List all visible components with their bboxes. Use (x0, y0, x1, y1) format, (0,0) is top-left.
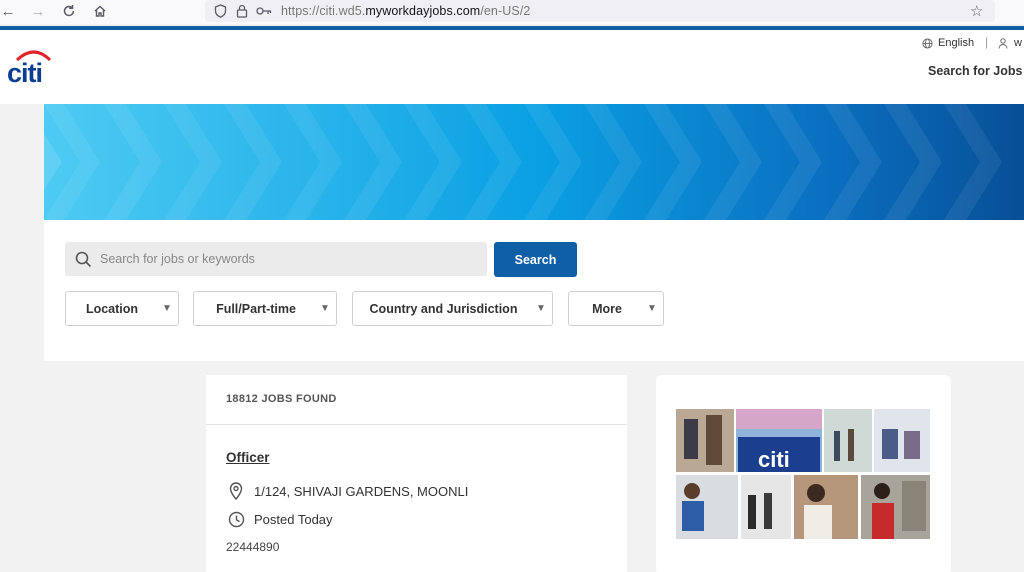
reload-button[interactable] (55, 0, 83, 22)
filter-full-part-time[interactable]: Full/Part-time ▼ (193, 291, 337, 326)
home-icon (94, 5, 106, 17)
filter-label: Country and Jurisdiction (369, 301, 518, 316)
hero-banner (44, 104, 1024, 220)
filter-label: Location (85, 301, 139, 316)
shield-icon[interactable] (209, 4, 231, 18)
jobs-found-count: 18812 JOBS FOUND (226, 393, 337, 405)
url-text[interactable]: https://citi.wd5.myworkdayjobs.com/en-US… (281, 4, 530, 18)
user-icon (998, 37, 1008, 49)
citi-logo[interactable]: citi (6, 46, 54, 86)
job-title-link[interactable]: Officer (226, 450, 270, 465)
filter-country-jurisdiction[interactable]: Country and Jurisdiction ▼ (352, 291, 553, 326)
location-pin-icon (226, 482, 246, 500)
filter-more[interactable]: More ▼ (568, 291, 664, 326)
clock-icon (226, 511, 246, 528)
url-path: /en-US/2 (480, 4, 531, 18)
reload-icon (63, 5, 75, 17)
search-for-jobs-link[interactable]: Search for Jobs (928, 64, 1022, 78)
caret-down-icon: ▼ (647, 303, 657, 314)
back-button[interactable]: ← (0, 0, 22, 22)
key-icon[interactable] (253, 6, 275, 16)
forward-button[interactable]: → (24, 0, 52, 22)
job-location: 1/124, SHIVAJI GARDENS, MOONLI (226, 482, 468, 500)
globe-icon (922, 37, 933, 49)
url-prefix: https://citi.wd5. (281, 4, 366, 18)
forward-arrow-icon: → (30, 2, 46, 20)
language-selector[interactable]: English (922, 37, 974, 49)
browser-toolbar: ← → https://citi.wd5.myworkdayjobs.com/e… (0, 0, 1024, 24)
search-box[interactable] (65, 242, 487, 276)
star-icon[interactable]: ☆ (970, 2, 983, 20)
side-card: citi (656, 375, 951, 572)
user-menu[interactable]: w (998, 37, 1022, 49)
address-bar[interactable]: https://citi.wd5.myworkdayjobs.com/en-US… (205, 0, 995, 22)
search-button[interactable]: Search (494, 242, 577, 277)
job-posted: Posted Today (226, 511, 333, 528)
home-button[interactable] (86, 0, 114, 22)
search-icon (75, 251, 92, 268)
search-input[interactable] (100, 252, 460, 266)
back-arrow-icon: ← (0, 2, 16, 20)
filter-label: Full/Part-time (216, 301, 296, 316)
site-header: citi English | w Search for Jobs (0, 30, 1024, 104)
filter-location[interactable]: Location ▼ (65, 291, 179, 326)
filter-label: More (592, 301, 622, 316)
header-separator: | (985, 35, 989, 49)
svg-text:citi: citi (7, 58, 42, 86)
svg-text:citi: citi (758, 447, 790, 472)
job-location-text: 1/124, SHIVAJI GARDENS, MOONLI (254, 483, 469, 499)
divider (206, 424, 627, 425)
url-domain: myworkdayjobs.com (365, 4, 481, 18)
caret-down-icon: ▼ (162, 303, 172, 314)
job-posted-text: Posted Today (254, 512, 333, 527)
lock-icon[interactable] (231, 4, 253, 18)
caret-down-icon: ▼ (320, 303, 330, 314)
job-id: 22444890 (226, 540, 280, 554)
results-panel: 18812 JOBS FOUND Officer 1/124, SHIVAJI … (206, 375, 627, 572)
search-panel: Search Location ▼ Full/Part-time ▼ Count… (44, 220, 1024, 361)
photo-collage: citi (676, 409, 930, 539)
caret-down-icon: ▼ (536, 303, 546, 314)
user-initial: w (1014, 37, 1022, 49)
language-label: English (938, 37, 975, 49)
